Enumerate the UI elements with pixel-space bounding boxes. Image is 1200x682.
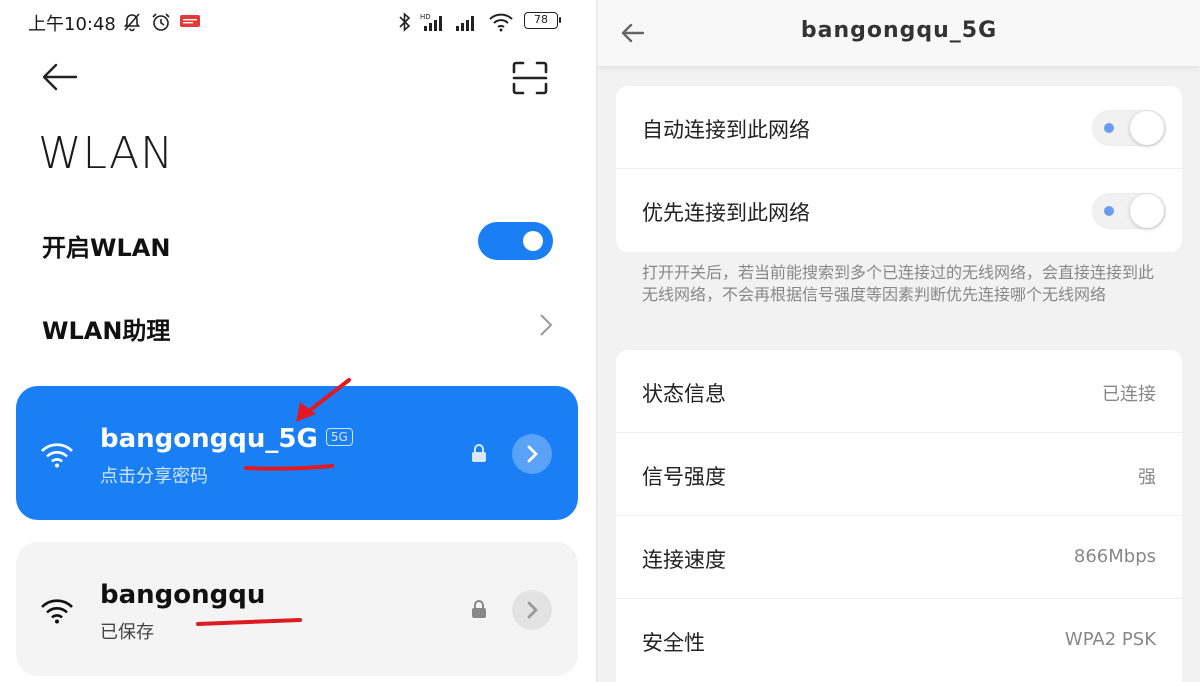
lock-icon	[472, 600, 486, 618]
alarm-icon	[152, 13, 170, 31]
network-status: 已保存	[100, 622, 154, 643]
back-arrow-icon[interactable]	[40, 60, 80, 94]
chevron-right-icon[interactable]	[536, 310, 556, 340]
chevron-right-icon	[527, 445, 538, 463]
info-row-status: 状态信息 已连接	[616, 350, 1182, 433]
connection-preferences-card: 自动连接到此网络 优先连接到此网络	[616, 86, 1182, 252]
signal-icon	[456, 16, 474, 31]
priority-connect-row: 优先连接到此网络	[616, 169, 1182, 252]
info-label: 状态信息	[642, 382, 726, 406]
svg-text:HD: HD	[420, 13, 431, 21]
mute-icon	[123, 13, 141, 32]
info-row-security: 安全性 WPA2 PSK	[616, 599, 1182, 682]
toggle-knob	[523, 231, 543, 251]
page-title: WLAN	[38, 128, 175, 179]
auto-connect-toggle[interactable]	[1092, 110, 1166, 146]
toggle-indicator	[1104, 206, 1114, 216]
info-row-speed: 连接速度 866Mbps	[616, 516, 1182, 599]
detail-header: bangongqu_5G	[598, 0, 1200, 66]
info-label: 信号强度	[642, 465, 726, 489]
network-card-connected[interactable]: bangongqu_5G 5G 点击分享密码	[16, 386, 578, 520]
wifi-icon	[41, 599, 73, 624]
status-bar: 上午10:48 HD 78	[28, 10, 568, 35]
info-value: 强	[1138, 467, 1156, 488]
priority-note: 打开开关后，若当前能搜索到多个已连接过的无线网络，会直接连接到此无线网络，不会再…	[642, 263, 1155, 304]
status-time: 上午10:48	[28, 14, 116, 35]
band-badge: 5G	[325, 428, 353, 446]
info-label: 安全性	[642, 631, 705, 655]
wifi-icon	[41, 443, 73, 468]
network-info-card: 状态信息 已连接 信号强度 强 连接速度 866Mbps 安全性 WPA2 PS…	[616, 350, 1182, 682]
wifi-icon	[489, 13, 513, 32]
app-badge-icon	[180, 15, 200, 27]
signal-icon: HD	[420, 13, 442, 31]
network-details-button[interactable]	[512, 590, 552, 630]
network-card-saved[interactable]: bangongqu 已保存	[16, 542, 578, 676]
enable-wlan-label: 开启WLAN	[42, 234, 171, 262]
priority-connect-toggle[interactable]	[1092, 193, 1166, 229]
auto-connect-row: 自动连接到此网络	[616, 86, 1182, 169]
wlan-settings-screen: 上午10:48 HD 78 WLAN 开启WLAN WLAN助理 bangong…	[0, 0, 596, 682]
auto-connect-label: 自动连接到此网络	[642, 118, 810, 142]
wlan-assistant-label[interactable]: WLAN助理	[42, 311, 170, 346]
toggle-knob	[1130, 194, 1164, 228]
detail-title: bangongqu_5G	[800, 18, 998, 43]
info-row-signal: 信号强度 强	[616, 433, 1182, 516]
network-ssid: bangongqu_5G 5G	[100, 424, 353, 454]
network-details-button[interactable]	[512, 434, 552, 474]
network-ssid: bangongqu	[100, 580, 266, 610]
info-value: WPA2 PSK	[1064, 629, 1156, 650]
share-password-link[interactable]: 点击分享密码	[100, 462, 208, 488]
lock-icon	[472, 444, 486, 462]
bluetooth-icon	[399, 12, 411, 32]
info-value: 866Mbps	[1073, 546, 1156, 567]
info-value: 已连接	[1102, 384, 1156, 405]
toggle-indicator	[1104, 123, 1114, 133]
priority-connect-label: 优先连接到此网络	[642, 201, 810, 225]
info-label: 连接速度	[642, 548, 726, 572]
network-ssid-text: bangongqu_5G	[100, 424, 318, 454]
enable-wlan-toggle[interactable]	[478, 222, 553, 260]
scan-icon[interactable]	[510, 60, 550, 96]
toggle-knob	[1130, 111, 1164, 145]
battery-icon: 78	[524, 12, 561, 29]
chevron-right-icon	[527, 601, 538, 619]
network-detail-screen: bangongqu_5G 自动连接到此网络 优先连接到此网络 打开开关后，若当前…	[598, 0, 1200, 682]
